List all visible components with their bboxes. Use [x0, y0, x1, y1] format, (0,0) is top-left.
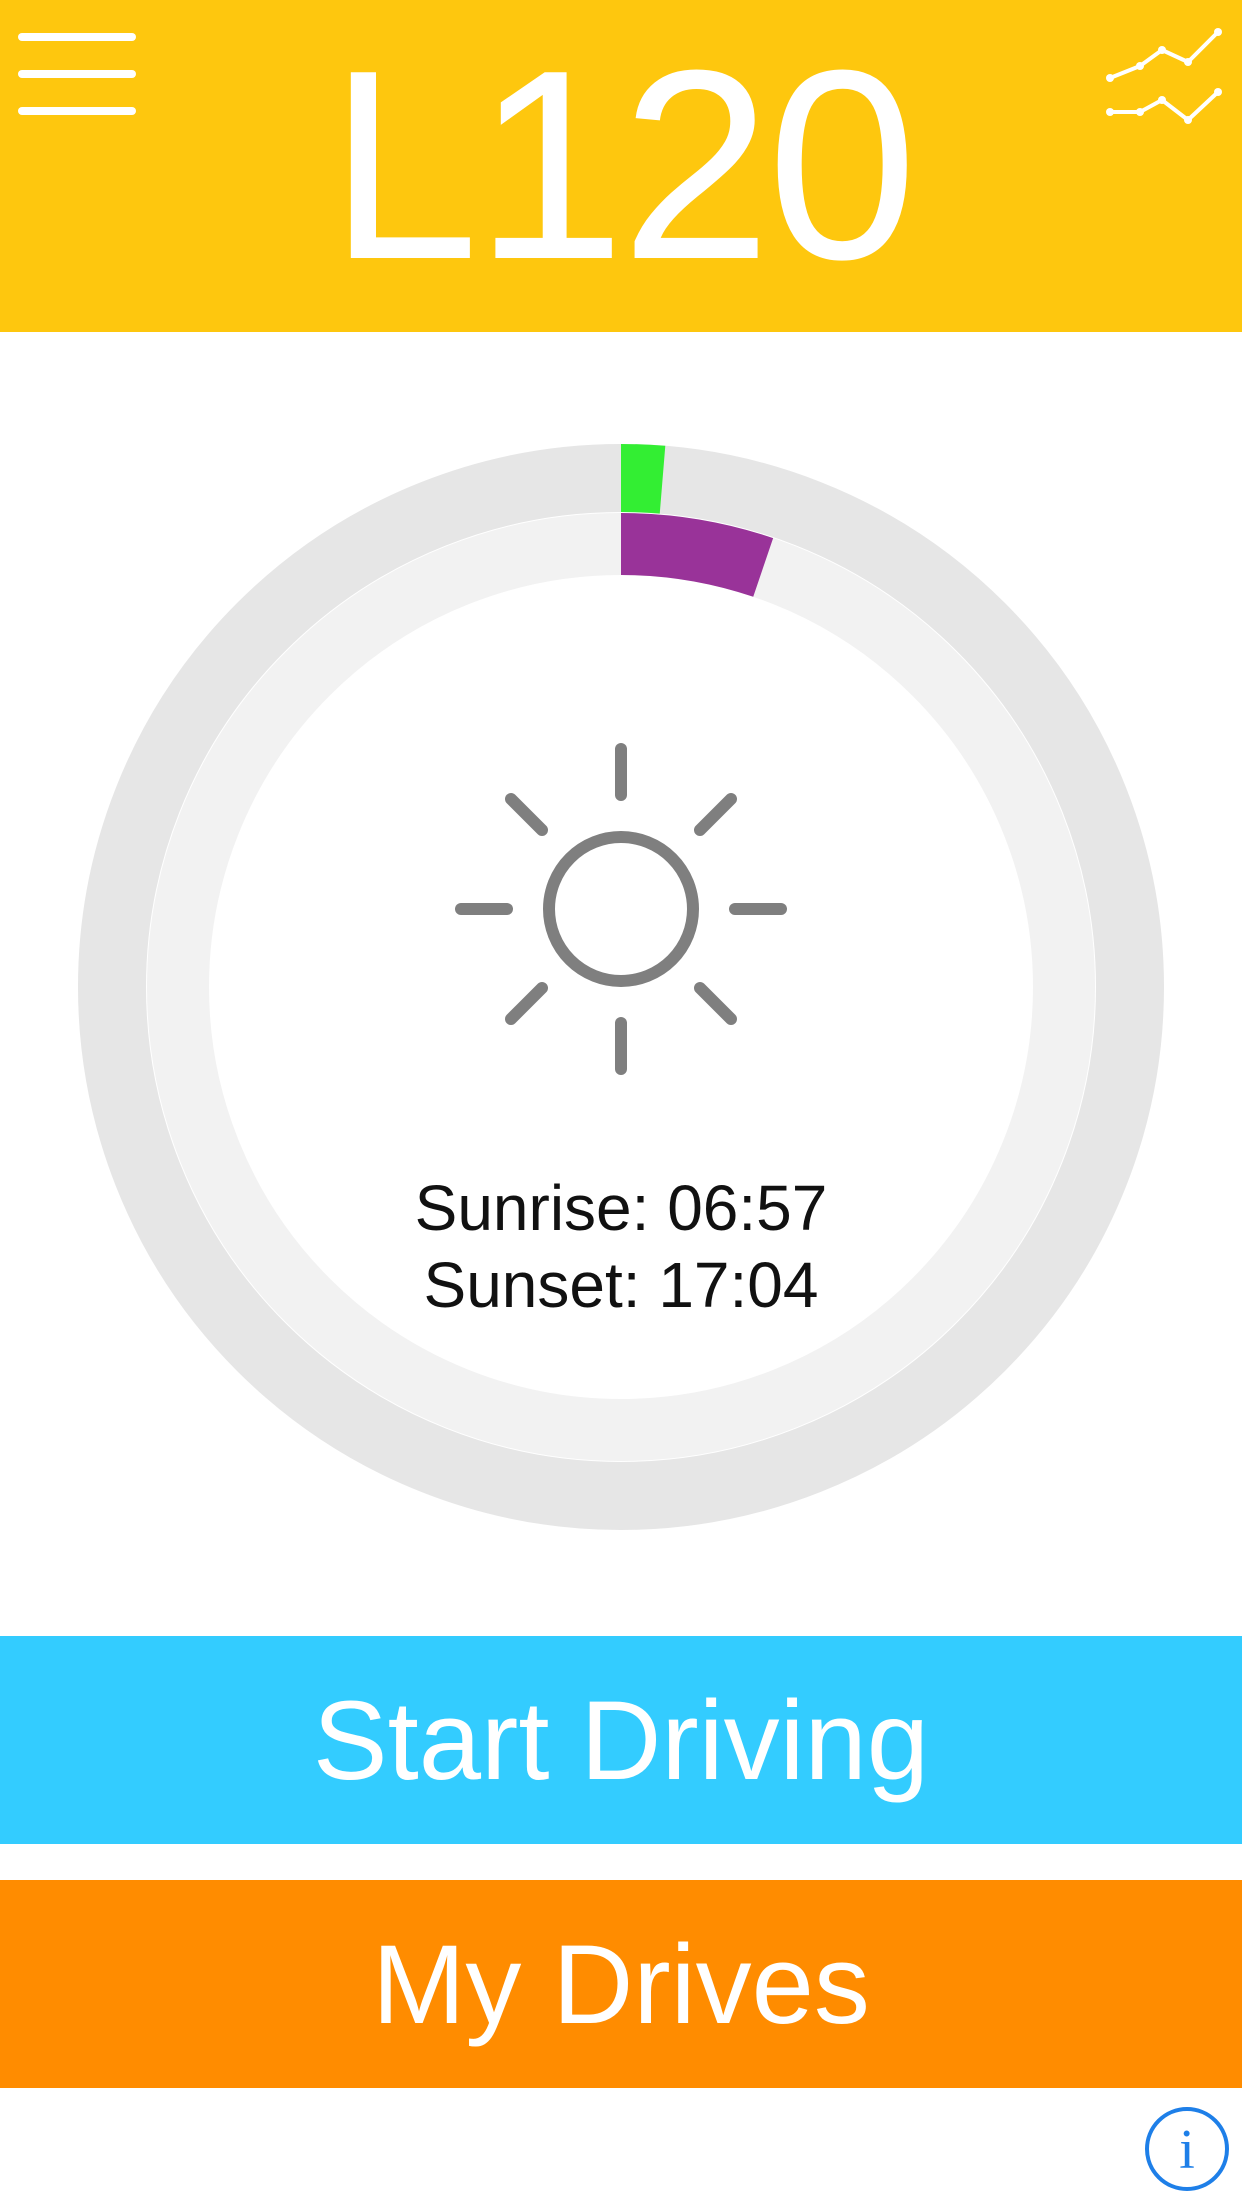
sunset-time: Sunset: 17:04 — [423, 1249, 819, 1321]
stats-button[interactable] — [1100, 20, 1230, 130]
app-header: L120 — [0, 0, 1242, 332]
sunrise-time: Sunrise: 06:57 — [414, 1172, 828, 1244]
sun-times: Sunrise: 06:57 Sunset: 17:04 — [0, 1170, 1242, 1324]
info-icon: i — [1145, 2107, 1229, 2191]
start-driving-button[interactable]: Start Driving — [0, 1636, 1242, 1844]
page-title: L120 — [328, 15, 918, 316]
sun-icon — [455, 743, 787, 1075]
my-drives-button[interactable]: My Drives — [0, 1880, 1242, 2088]
outer-ring-segment — [621, 444, 666, 514]
svg-text:i: i — [1179, 2119, 1195, 2181]
daylight-ring — [0, 430, 1242, 1550]
line-chart-icon — [1106, 28, 1222, 124]
info-button[interactable]: i — [1144, 2106, 1230, 2192]
